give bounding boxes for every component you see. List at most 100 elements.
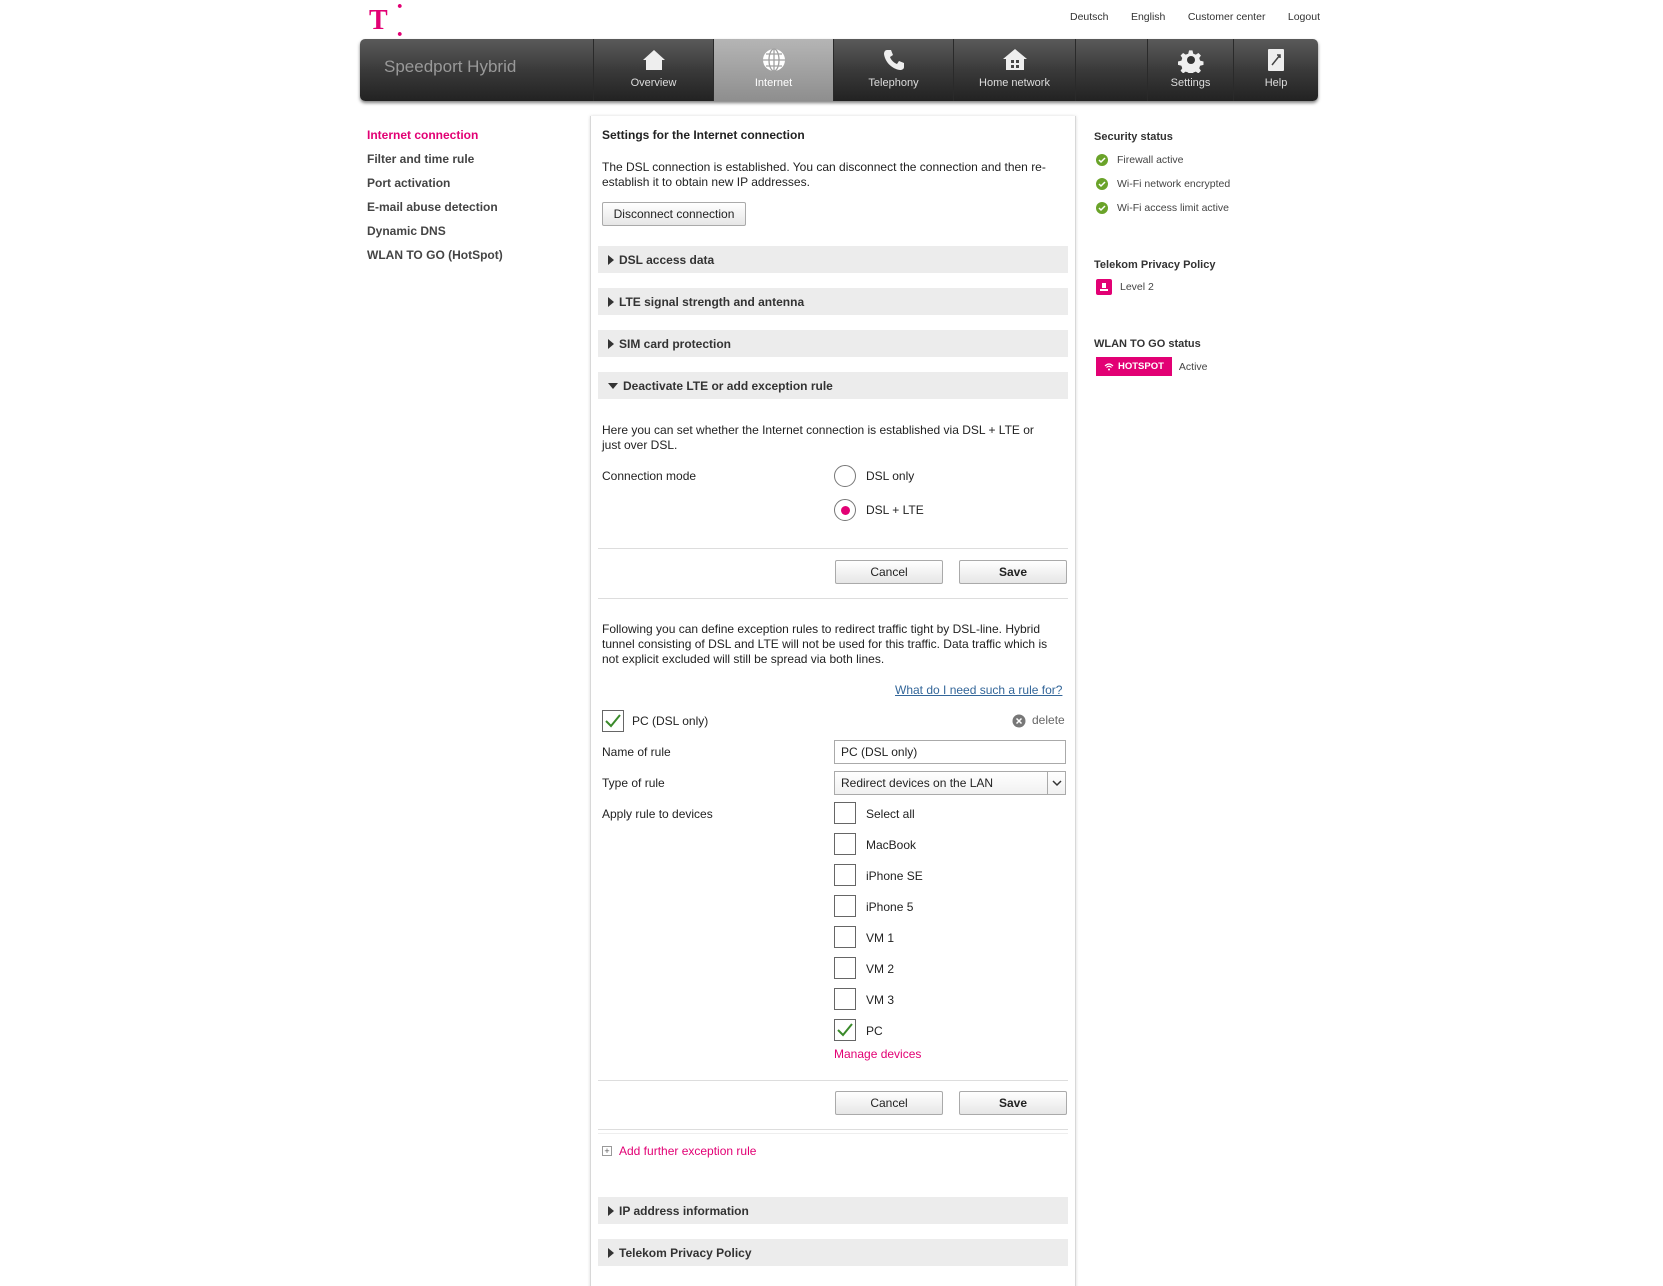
- help-rule-link[interactable]: What do I need such a rule for?: [895, 683, 1062, 698]
- link-deutsch[interactable]: Deutsch: [1070, 11, 1109, 23]
- nav-help[interactable]: Help: [1233, 39, 1318, 101]
- connection-mode-label: Connection mode: [602, 469, 697, 483]
- delete-label: delete: [1032, 713, 1065, 727]
- device-label: iPhone SE: [866, 869, 923, 883]
- security-item-label: Wi-Fi network encrypted: [1117, 178, 1231, 190]
- security-item-label: Wi-Fi access limit active: [1117, 202, 1230, 214]
- accordion-ip-info-label: IP address information: [619, 1203, 749, 1218]
- hotspot-badge: HOTSPOT: [1096, 357, 1172, 376]
- phone-icon: [883, 50, 904, 70]
- manage-devices-link[interactable]: Manage devices: [834, 1047, 921, 1061]
- device-checkbox-vm2[interactable]: [834, 957, 856, 979]
- wlan-status: HOTSPOT Active: [1096, 357, 1208, 376]
- security-item: Firewall active: [1096, 154, 1184, 166]
- accordion-lte-signal[interactable]: LTE signal strength and antenna: [598, 288, 1068, 315]
- page-title: Settings for the Internet connection: [602, 128, 805, 142]
- sidebar-item-internet-connection[interactable]: Internet connection: [367, 127, 567, 151]
- accordion-deactivate-lte[interactable]: Deactivate LTE or add exception rule: [598, 372, 1068, 399]
- expand-arrow-icon: [608, 338, 614, 349]
- mode-desc-line-1: Here you can set whether the Internet co…: [602, 423, 1034, 437]
- sidebar-item-filter-time-rule[interactable]: Filter and time rule: [367, 151, 567, 175]
- security-item: Wi-Fi access limit active: [1096, 202, 1229, 214]
- radio-selected-dot: [840, 505, 850, 515]
- sidebar-item-port-activation[interactable]: Port activation: [367, 175, 567, 199]
- house-icon: [642, 50, 665, 70]
- security-item-label: Firewall active: [1117, 154, 1184, 166]
- accordion-sim-label: SIM card protection: [619, 336, 732, 351]
- device-checkbox-iphone-se[interactable]: [834, 864, 856, 886]
- nav-home-network[interactable]: Home network: [953, 39, 1075, 101]
- check-circle-icon: [1096, 178, 1108, 190]
- delete-rule-button[interactable]: delete: [1012, 713, 1065, 728]
- rule-type-select[interactable]: Redirect devices on the LAN: [834, 771, 1066, 795]
- disconnect-button[interactable]: Disconnect connection: [602, 202, 746, 226]
- device-checkbox-vm3[interactable]: [834, 988, 856, 1010]
- accordion-dsl-access-label: DSL access data: [619, 252, 715, 267]
- device-label: VM 2: [866, 962, 895, 976]
- wlan-status-title: WLAN TO GO status: [1094, 338, 1201, 350]
- sidebar-item-wlan-to-go[interactable]: WLAN TO GO (HotSpot): [367, 247, 567, 271]
- device-checkbox-vm1[interactable]: [834, 926, 856, 948]
- nav-internet[interactable]: Internet: [713, 39, 833, 101]
- globe-icon: [762, 48, 785, 72]
- chevron-down-icon: [1047, 772, 1065, 794]
- home-network-icon: [1002, 49, 1027, 70]
- nav-overview[interactable]: Overview: [593, 39, 713, 101]
- device-label: VM 3: [866, 993, 895, 1007]
- device-checkbox-select-all[interactable]: [834, 802, 856, 824]
- save-button[interactable]: Save: [959, 560, 1067, 584]
- device-checkbox-pc[interactable]: [834, 1019, 856, 1041]
- sidebar-item-email-abuse[interactable]: E-mail abuse detection: [367, 199, 567, 223]
- accordion-privacy-policy-label: Telekom Privacy Policy: [619, 1245, 752, 1260]
- save-button[interactable]: Save: [959, 1091, 1067, 1115]
- radio-dsl-only-label: DSL only: [866, 469, 915, 483]
- device-label: MacBook: [866, 838, 917, 852]
- wifi-icon: [1104, 362, 1114, 370]
- accordion-lte-signal-label: LTE signal strength and antenna: [619, 294, 805, 309]
- device-checkbox-iphone-5[interactable]: [834, 895, 856, 917]
- accordion-privacy-policy[interactable]: Telekom Privacy Policy: [598, 1239, 1068, 1266]
- nav-overview-label: Overview: [630, 77, 677, 89]
- exception-desc-line-1: Following you can define exception rules…: [602, 622, 1040, 636]
- wlan-status-label: Active: [1178, 360, 1208, 373]
- link-logout[interactable]: Logout: [1288, 11, 1320, 23]
- delete-icon: [1012, 714, 1026, 727]
- link-english[interactable]: English: [1131, 11, 1165, 23]
- divider: [598, 1133, 1068, 1134]
- device-checkbox-macbook[interactable]: [834, 833, 856, 855]
- add-exception-rule-label: Add further exception rule: [619, 1144, 757, 1158]
- radio-dsl-only[interactable]: [834, 465, 856, 487]
- rule-enabled-checkbox[interactable]: [602, 710, 624, 732]
- divider: [598, 548, 1068, 549]
- accordion-sim[interactable]: SIM card protection: [598, 330, 1068, 357]
- expand-arrow-icon: [608, 1205, 614, 1216]
- logo-t: T: [369, 5, 390, 36]
- privacy-level[interactable]: Level 2: [1096, 279, 1154, 295]
- telekom-logo[interactable]: T · ·: [369, 0, 419, 48]
- exception-desc-line-2: tunnel consisting of DSL and LTE will no…: [602, 637, 1048, 651]
- device-label: PC: [866, 1024, 883, 1038]
- rule-name-label: Name of rule: [602, 745, 671, 759]
- security-status-title: Security status: [1094, 131, 1173, 143]
- nav-settings[interactable]: Settings: [1147, 39, 1233, 101]
- sidebar-item-dynamic-dns[interactable]: Dynamic DNS: [367, 223, 567, 247]
- hotspot-badge-label: HOTSPOT: [1118, 361, 1164, 372]
- rule-type-label: Type of rule: [602, 776, 665, 790]
- expand-arrow-icon: [608, 1247, 614, 1258]
- sidebar: Internet connection Filter and time rule…: [367, 127, 567, 271]
- intro-line-1: The DSL connection is established. You c…: [602, 160, 1046, 174]
- device-label: Select all: [866, 807, 915, 821]
- rule-name-input[interactable]: PC (DSL only): [834, 740, 1066, 764]
- accordion-dsl-access[interactable]: DSL access data: [598, 246, 1068, 273]
- gear-icon: [1177, 50, 1204, 73]
- exception-desc-line-3: not explicit excluded will still be spre…: [602, 652, 885, 666]
- privacy-level-icon: [1096, 279, 1112, 295]
- link-customer-center[interactable]: Customer center: [1188, 11, 1266, 23]
- cancel-button[interactable]: Cancel: [835, 560, 943, 584]
- nav-telephony[interactable]: Telephony: [833, 39, 953, 101]
- accordion-ip-info[interactable]: IP address information: [598, 1197, 1068, 1224]
- add-exception-rule-link[interactable]: + Add further exception rule: [602, 1144, 756, 1158]
- radio-dsl-lte[interactable]: [834, 499, 856, 521]
- cancel-button[interactable]: Cancel: [835, 1091, 943, 1115]
- checkmark-icon: [605, 714, 621, 728]
